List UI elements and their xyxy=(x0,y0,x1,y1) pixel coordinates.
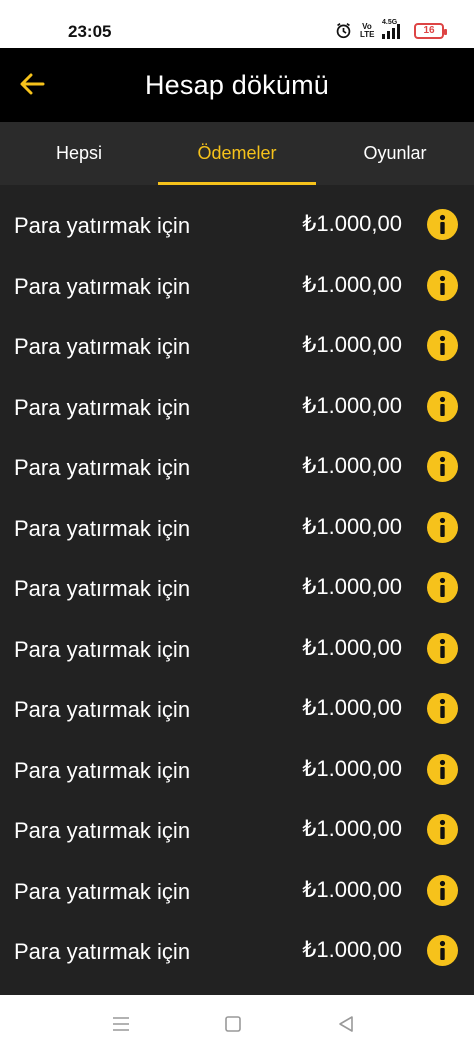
transaction-label: Para yatırmak için xyxy=(14,576,191,601)
transaction-row[interactable]: Para yatırmak için ₺1.000,00 xyxy=(0,306,474,367)
transaction-label: Para yatırmak için xyxy=(14,939,191,964)
transaction-label: Para yatırmak için xyxy=(14,878,191,904)
home-button[interactable] xyxy=(222,1013,244,1035)
app-header: Hesap dökümü xyxy=(0,48,474,122)
transaction-row[interactable]: Para yatırmak için ₺1.000,00 xyxy=(0,851,474,912)
transaction-amount: ₺1.000,00 xyxy=(302,816,402,841)
transaction-amount: ₺1.000,00 xyxy=(302,453,402,478)
transaction-row[interactable]: Para yatırmak için ₺1.000,00 xyxy=(0,669,474,730)
info-icon[interactable] xyxy=(427,874,458,906)
info-icon[interactable] xyxy=(427,451,458,482)
system-nav-bar xyxy=(0,995,474,1053)
transaction-amount: ₺1.000,00 xyxy=(302,695,402,720)
transaction-row[interactable]: Para yatırmak için ₺1.000,00 xyxy=(0,730,474,791)
tab-odemeler[interactable]: Ödemeler xyxy=(158,122,316,185)
transaction-row[interactable]: Para yatırmak için ₺1.000,00 xyxy=(0,246,474,307)
info-icon[interactable] xyxy=(427,511,458,543)
transaction-amount: ₺1.000,00 xyxy=(302,271,402,297)
transaction-row[interactable]: Para yatırmak için ₺1.000,00 xyxy=(0,911,474,972)
system-back-button[interactable] xyxy=(335,1013,357,1035)
menu-icon xyxy=(113,1017,129,1031)
info-icon[interactable] xyxy=(427,693,458,724)
info-icon[interactable] xyxy=(427,632,458,664)
back-triangle-icon xyxy=(339,1016,353,1032)
transaction-amount: ₺1.000,00 xyxy=(302,574,402,599)
transaction-label: Para yatırmak için xyxy=(14,515,191,541)
transaction-row[interactable]: Para yatırmak için ₺1.000,00 xyxy=(0,790,474,851)
tab-hepsi[interactable]: Hepsi xyxy=(0,122,158,185)
transaction-label: Para yatırmak için xyxy=(14,455,191,480)
signal-icon: 4.5G xyxy=(382,19,406,39)
transaction-label: Para yatırmak için xyxy=(14,334,191,359)
info-icon[interactable] xyxy=(427,935,458,966)
transaction-row[interactable]: Para yatırmak için ₺1.000,00 xyxy=(0,185,474,246)
transaction-label: Para yatırmak için xyxy=(14,697,191,722)
info-icon[interactable] xyxy=(427,390,458,422)
status-icons: Vo LTE 4.5G 16 xyxy=(335,19,447,39)
network-type: 4.5G xyxy=(382,18,398,26)
info-icon[interactable] xyxy=(427,753,458,785)
info-icon[interactable] xyxy=(427,572,458,603)
info-icon[interactable] xyxy=(427,209,458,240)
transaction-label: Para yatırmak için xyxy=(14,636,191,662)
transaction-list[interactable]: Para yatırmak için ₺1.000,00 Para yatırmak… xyxy=(0,185,474,995)
transaction-label: Para yatırmak için xyxy=(14,394,191,420)
transaction-label: Para yatırmak için xyxy=(14,757,191,783)
transaction-label: Para yatırmak için xyxy=(14,818,191,843)
transaction-amount: ₺1.000,00 xyxy=(302,513,402,539)
battery-icon: 16 xyxy=(414,22,447,39)
info-icon[interactable] xyxy=(427,330,458,361)
transaction-row[interactable]: Para yatırmak için ₺1.000,00 xyxy=(0,548,474,609)
transaction-row[interactable]: Para yatırmak için ₺1.000,00 xyxy=(0,427,474,488)
transaction-row[interactable]: Para yatırmak için ₺1.000,00 xyxy=(0,367,474,428)
info-icon[interactable] xyxy=(427,814,458,845)
status-time: 23:05 xyxy=(68,22,112,41)
transaction-amount: ₺1.000,00 xyxy=(302,634,402,660)
transaction-label: Para yatırmak için xyxy=(14,213,191,238)
transaction-amount: ₺1.000,00 xyxy=(302,211,402,236)
tab-oyunlar[interactable]: Oyunlar xyxy=(316,122,474,185)
volte-icon: Vo LTE xyxy=(360,21,375,39)
home-square-icon xyxy=(225,1016,241,1032)
status-bar: 23:05 Vo LTE 4.5G 16 xyxy=(0,0,474,48)
page-title: Hesap dökümü xyxy=(144,70,329,100)
transaction-row[interactable]: Para yatırmak için ₺1.000,00 xyxy=(0,488,474,549)
transaction-amount: ₺1.000,00 xyxy=(302,876,402,902)
alarm-icon xyxy=(336,22,351,39)
transaction-amount: ₺1.000,00 xyxy=(302,332,402,357)
tab-bar: Hepsi Ödemeler Oyunlar xyxy=(0,122,474,185)
transaction-amount: ₺1.000,00 xyxy=(302,392,402,418)
transaction-amount: ₺1.000,00 xyxy=(302,937,402,962)
transaction-amount: ₺1.000,00 xyxy=(302,755,402,781)
transaction-row[interactable]: Para yatırmak için ₺1.000,00 xyxy=(0,609,474,670)
transaction-label: Para yatırmak için xyxy=(14,273,191,299)
recent-apps-button[interactable] xyxy=(110,1013,132,1035)
info-icon[interactable] xyxy=(427,269,458,301)
